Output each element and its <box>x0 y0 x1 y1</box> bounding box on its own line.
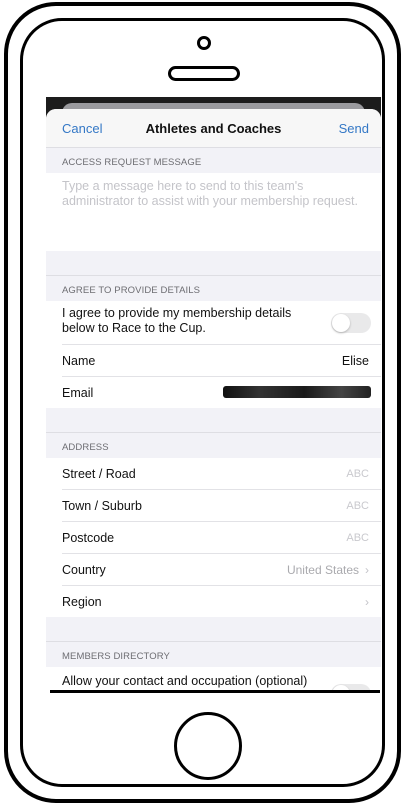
speaker-grille <box>168 66 240 81</box>
section-spacer <box>46 617 381 641</box>
access-request-message-container <box>46 173 381 251</box>
home-button[interactable] <box>174 712 242 780</box>
email-label: Email <box>62 386 94 400</box>
region-value-wrap: › <box>359 595 369 609</box>
country-value: United States <box>286 563 359 577</box>
region-label: Region <box>62 595 102 609</box>
region-row[interactable]: Region › <box>62 586 381 617</box>
send-button[interactable]: Send <box>339 121 369 136</box>
name-label: Name <box>62 354 96 368</box>
screen-bottom-edge <box>50 690 380 693</box>
name-row[interactable]: Name Elise <box>62 345 381 377</box>
phone-screen: Cancel Athletes and Coaches Send ACCESS … <box>46 97 381 693</box>
street-label: Street / Road <box>62 467 136 481</box>
agree-toggle-row: I agree to provide my membership details… <box>62 301 381 345</box>
section-spacer <box>46 408 381 432</box>
email-row[interactable]: Email <box>62 377 381 408</box>
toggle-knob <box>332 314 350 332</box>
page-title: Athletes and Coaches <box>145 121 282 136</box>
town-input[interactable]: ABC <box>346 500 369 512</box>
street-row[interactable]: Street / Road ABC <box>62 458 381 490</box>
country-value-wrap: United States › <box>287 563 369 577</box>
name-value: Elise <box>341 354 369 368</box>
postcode-row[interactable]: Postcode ABC <box>62 522 381 554</box>
section-header-members-directory: MEMBERS DIRECTORY <box>46 641 381 667</box>
country-label: Country <box>62 563 106 577</box>
country-row[interactable]: Country United States › <box>62 554 381 586</box>
navigation-bar: Cancel Athletes and Coaches Send <box>46 109 381 147</box>
agree-group: I agree to provide my membership details… <box>46 301 381 408</box>
town-label: Town / Suburb <box>62 499 142 513</box>
email-redaction <box>223 386 371 398</box>
section-spacer <box>46 251 381 275</box>
front-camera-icon <box>197 36 211 50</box>
chevron-right-icon: › <box>365 563 369 577</box>
access-request-sheet: Cancel Athletes and Coaches Send ACCESS … <box>46 109 381 693</box>
postcode-label: Postcode <box>62 531 115 545</box>
section-header-address: ADDRESS <box>46 432 381 458</box>
section-header-agree: AGREE TO PROVIDE DETAILS <box>46 275 381 301</box>
section-header-access-request: ACCESS REQUEST MESSAGE <box>46 147 381 173</box>
postcode-input[interactable]: ABC <box>346 532 369 544</box>
agree-toggle-switch[interactable] <box>331 313 371 333</box>
street-input[interactable]: ABC <box>346 468 369 480</box>
chevron-right-icon: › <box>365 595 369 609</box>
address-group: Street / Road ABC Town / Suburb ABC Post… <box>46 458 381 617</box>
access-request-message-input[interactable] <box>62 179 365 245</box>
agree-toggle-label: I agree to provide my membership details… <box>62 306 292 335</box>
town-row[interactable]: Town / Suburb ABC <box>62 490 381 522</box>
